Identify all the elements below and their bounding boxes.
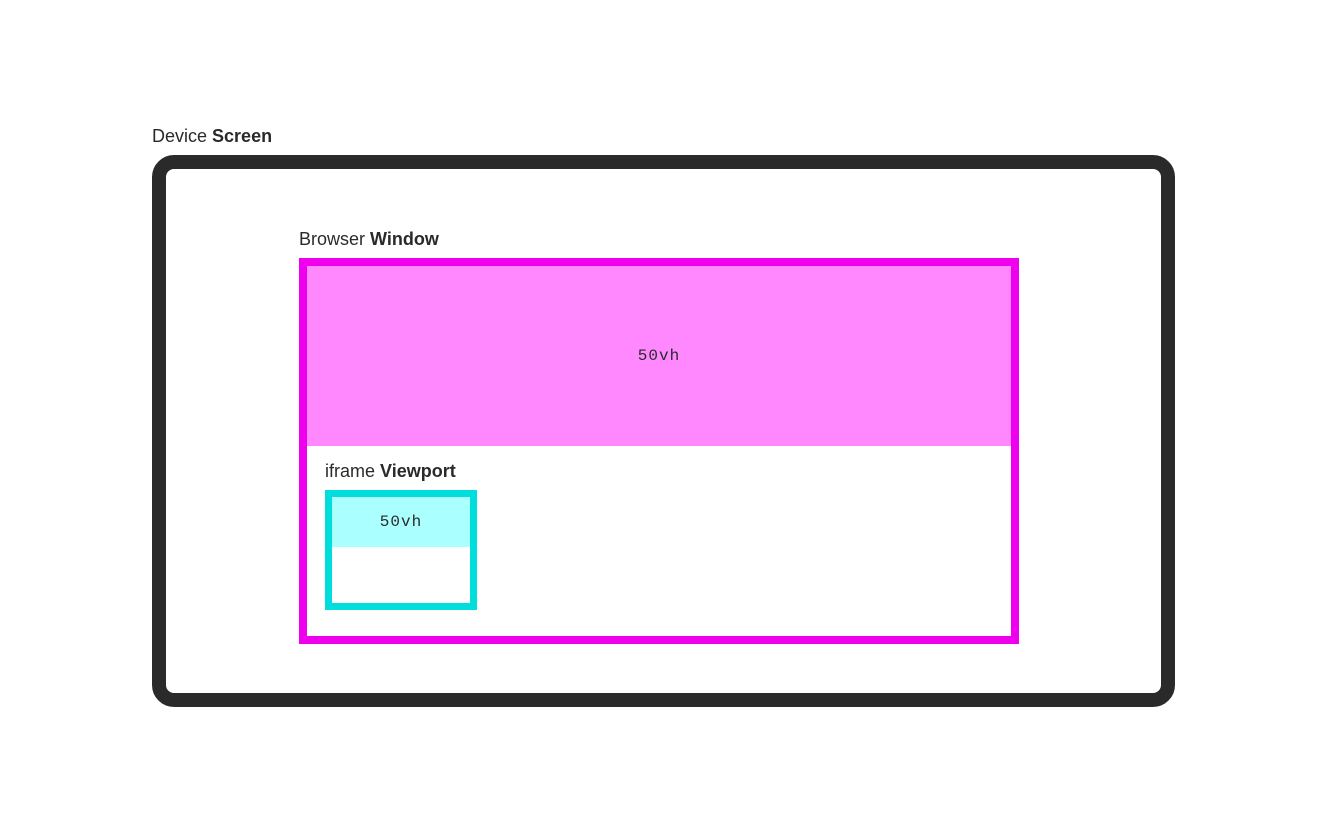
window-label-prefix: Browser — [299, 229, 370, 249]
window-label-bold: Window — [370, 229, 439, 249]
screen-label-prefix: Device — [152, 126, 212, 146]
browser-window-label: Browser Window — [299, 229, 1019, 250]
screen-label-bold: Screen — [212, 126, 272, 146]
window-vh-label: 50vh — [638, 347, 680, 365]
device-screen-label: Device Screen — [152, 126, 1175, 147]
viewport-units-diagram: Device Screen Browser Window 50vh iframe… — [152, 126, 1175, 707]
device-screen: Browser Window 50vh iframe Viewport 50vh — [152, 155, 1175, 707]
iframe-viewport-section: iframe Viewport 50vh — [325, 461, 477, 610]
iframe-label-prefix: iframe — [325, 461, 380, 481]
iframe-label-bold: Viewport — [380, 461, 456, 481]
browser-window: 50vh iframe Viewport 50vh — [299, 258, 1019, 644]
iframe-vh-label: 50vh — [380, 513, 422, 531]
iframe-50vh-region: 50vh — [332, 497, 470, 547]
iframe-viewport: 50vh — [325, 490, 477, 610]
iframe-viewport-label: iframe Viewport — [325, 461, 477, 482]
browser-window-50vh-region: 50vh — [307, 266, 1011, 446]
browser-window-section: Browser Window 50vh iframe Viewport 50vh — [299, 229, 1019, 644]
